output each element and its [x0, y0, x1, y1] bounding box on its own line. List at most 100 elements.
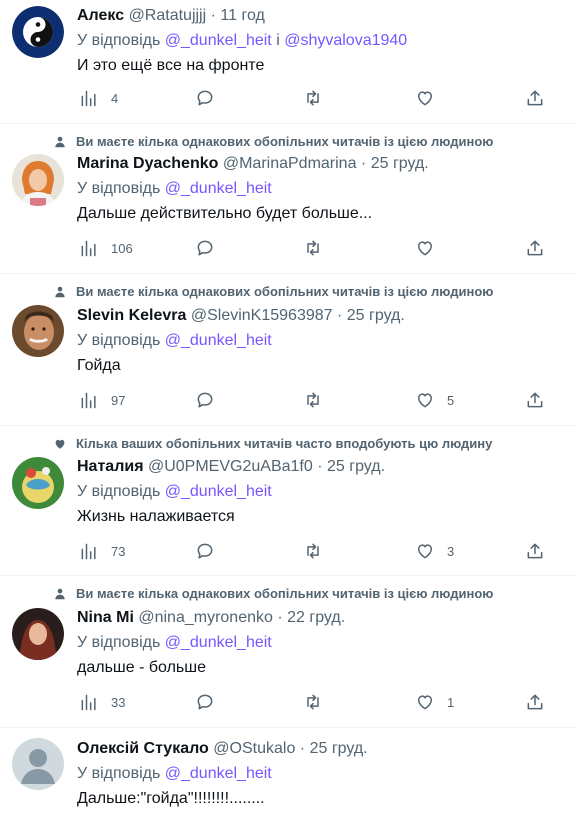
reply-conjunction: і — [276, 32, 280, 49]
like-button[interactable] — [415, 238, 435, 258]
views-button[interactable]: 4 — [79, 88, 118, 108]
author-handle[interactable]: @OStukalo — [213, 740, 295, 757]
tweet[interactable]: Ви маєте кілька однакових обопільних чит… — [0, 576, 577, 728]
retweet-button[interactable] — [303, 541, 323, 561]
heart-filled-icon — [55, 439, 65, 449]
tweet-text: Жизнь налаживается — [77, 508, 235, 525]
retweet-button[interactable] — [303, 238, 323, 258]
tweet-text: Дальше действительно будет больше... — [77, 205, 373, 222]
heart-icon — [415, 692, 435, 712]
bar-chart-icon — [79, 88, 99, 108]
author-handle[interactable]: @SlevinK15963987 — [191, 307, 333, 324]
retweet-icon — [303, 88, 323, 108]
timestamp[interactable]: 25 груд. — [327, 458, 385, 475]
tweet[interactable]: Ви маєте кілька однакових обопільних чит… — [0, 124, 577, 274]
views-button[interactable]: 73 — [79, 541, 125, 561]
heart-icon — [415, 390, 435, 410]
reply-button[interactable] — [195, 692, 215, 712]
views-count: 97 — [111, 392, 126, 408]
reply-to-link[interactable]: @_dunkel_heit — [165, 32, 272, 49]
share-button[interactable] — [525, 390, 545, 410]
reply-button[interactable] — [195, 390, 215, 410]
bar-chart-icon — [79, 541, 99, 561]
reply-to-link[interactable]: @_dunkel_heit — [165, 483, 272, 500]
avatar[interactable] — [12, 608, 64, 660]
social-context: Ви маєте кілька однакових обопільних чит… — [53, 284, 493, 299]
reply-button[interactable] — [195, 541, 215, 561]
views-button[interactable]: 33 — [79, 692, 125, 712]
views-count: 73 — [111, 543, 126, 559]
tweet-text: Гойда — [77, 357, 121, 374]
share-button[interactable] — [525, 692, 545, 712]
avatar[interactable] — [12, 738, 64, 790]
share-button[interactable] — [525, 238, 545, 258]
timestamp[interactable]: 11 год — [220, 7, 264, 24]
reply-prefix: У відповідь — [77, 332, 161, 349]
tweet-text: И это ещё все на фронте — [77, 57, 265, 74]
author-handle[interactable]: @MarinaPdmarina — [223, 155, 357, 172]
views-button[interactable]: 106 — [79, 238, 133, 258]
reply-to-link[interactable]: @shyvalova1940 — [284, 32, 407, 49]
reply-prefix: У відповідь — [77, 180, 161, 197]
author-handle[interactable]: @Ratatujjjj — [129, 7, 207, 24]
speech-bubble-icon — [195, 390, 215, 410]
reply-to-link[interactable]: @_dunkel_heit — [165, 634, 272, 651]
retweet-button[interactable] — [303, 390, 323, 410]
likes-count: 1 — [447, 694, 455, 710]
retweet-button[interactable] — [303, 692, 323, 712]
author-handle[interactable]: @U0PMEVG2uABa1f0 — [148, 458, 313, 475]
separator-dot: · — [210, 7, 216, 24]
upload-icon — [525, 541, 545, 561]
tweet[interactable]: Ви маєте кілька однакових обопільних чит… — [0, 274, 577, 426]
speech-bubble-icon — [195, 541, 215, 561]
share-button[interactable] — [525, 541, 545, 561]
separator-dot: · — [317, 458, 323, 475]
social-context: Кілька ваших обопільних читачів часто вп… — [53, 436, 492, 451]
like-button[interactable]: 5 — [415, 390, 454, 410]
timestamp[interactable]: 25 груд. — [310, 740, 368, 757]
heart-icon — [415, 88, 435, 108]
retweet-button[interactable] — [303, 88, 323, 108]
like-button[interactable] — [415, 88, 435, 108]
tweet[interactable]: Кілька ваших обопільних читачів часто вп… — [0, 426, 577, 576]
upload-icon — [525, 692, 545, 712]
author-handle[interactable]: @nina_myronenko — [138, 609, 273, 626]
timestamp[interactable]: 25 груд. — [347, 307, 405, 324]
reply-button[interactable] — [195, 238, 215, 258]
author-name[interactable]: Slevin Kelevra — [77, 307, 186, 324]
upload-icon — [525, 238, 545, 258]
speech-bubble-icon — [195, 692, 215, 712]
tweet[interactable]: Алекс @Ratatujjjj · 11 год У відповідь @… — [0, 0, 577, 124]
author-name[interactable]: Алекс — [77, 7, 124, 24]
retweet-icon — [303, 541, 323, 561]
timestamp[interactable]: 22 груд. — [287, 609, 345, 626]
reply-prefix: У відповідь — [77, 32, 161, 49]
tweet-text: Дальше:"гойда"!!!!!!!!........ — [77, 790, 265, 807]
views-button[interactable]: 97 — [79, 390, 125, 410]
tweet[interactable]: Олексій Стукало @OStukalo · 25 груд. У в… — [0, 728, 577, 821]
avatar[interactable] — [12, 6, 64, 58]
reply-to-link[interactable]: @_dunkel_heit — [165, 332, 272, 349]
reply-button[interactable] — [195, 88, 215, 108]
author-name[interactable]: Олексій Стукало — [77, 740, 209, 757]
avatar[interactable] — [12, 457, 64, 509]
bar-chart-icon — [79, 390, 99, 410]
author-name[interactable]: Nina Mi — [77, 609, 134, 626]
avatar[interactable] — [12, 154, 64, 206]
reply-to-link[interactable]: @_dunkel_heit — [165, 765, 272, 782]
like-button[interactable]: 1 — [415, 692, 454, 712]
avatar[interactable] — [12, 305, 64, 357]
like-button[interactable]: 3 — [415, 541, 454, 561]
author-name[interactable]: Наталия — [77, 458, 144, 475]
reply-prefix: У відповідь — [77, 765, 161, 782]
views-count: 4 — [111, 90, 119, 106]
separator-dot: · — [299, 740, 306, 757]
reply-to-link[interactable]: @_dunkel_heit — [165, 180, 272, 197]
reply-prefix: У відповідь — [77, 483, 161, 500]
author-name[interactable]: Marina Dyachenko — [77, 155, 218, 172]
timestamp[interactable]: 25 груд. — [371, 155, 429, 172]
views-count: 106 — [111, 240, 133, 256]
share-button[interactable] — [525, 88, 545, 108]
social-context: Ви маєте кілька однакових обопільних чит… — [53, 134, 493, 149]
speech-bubble-icon — [195, 238, 215, 258]
